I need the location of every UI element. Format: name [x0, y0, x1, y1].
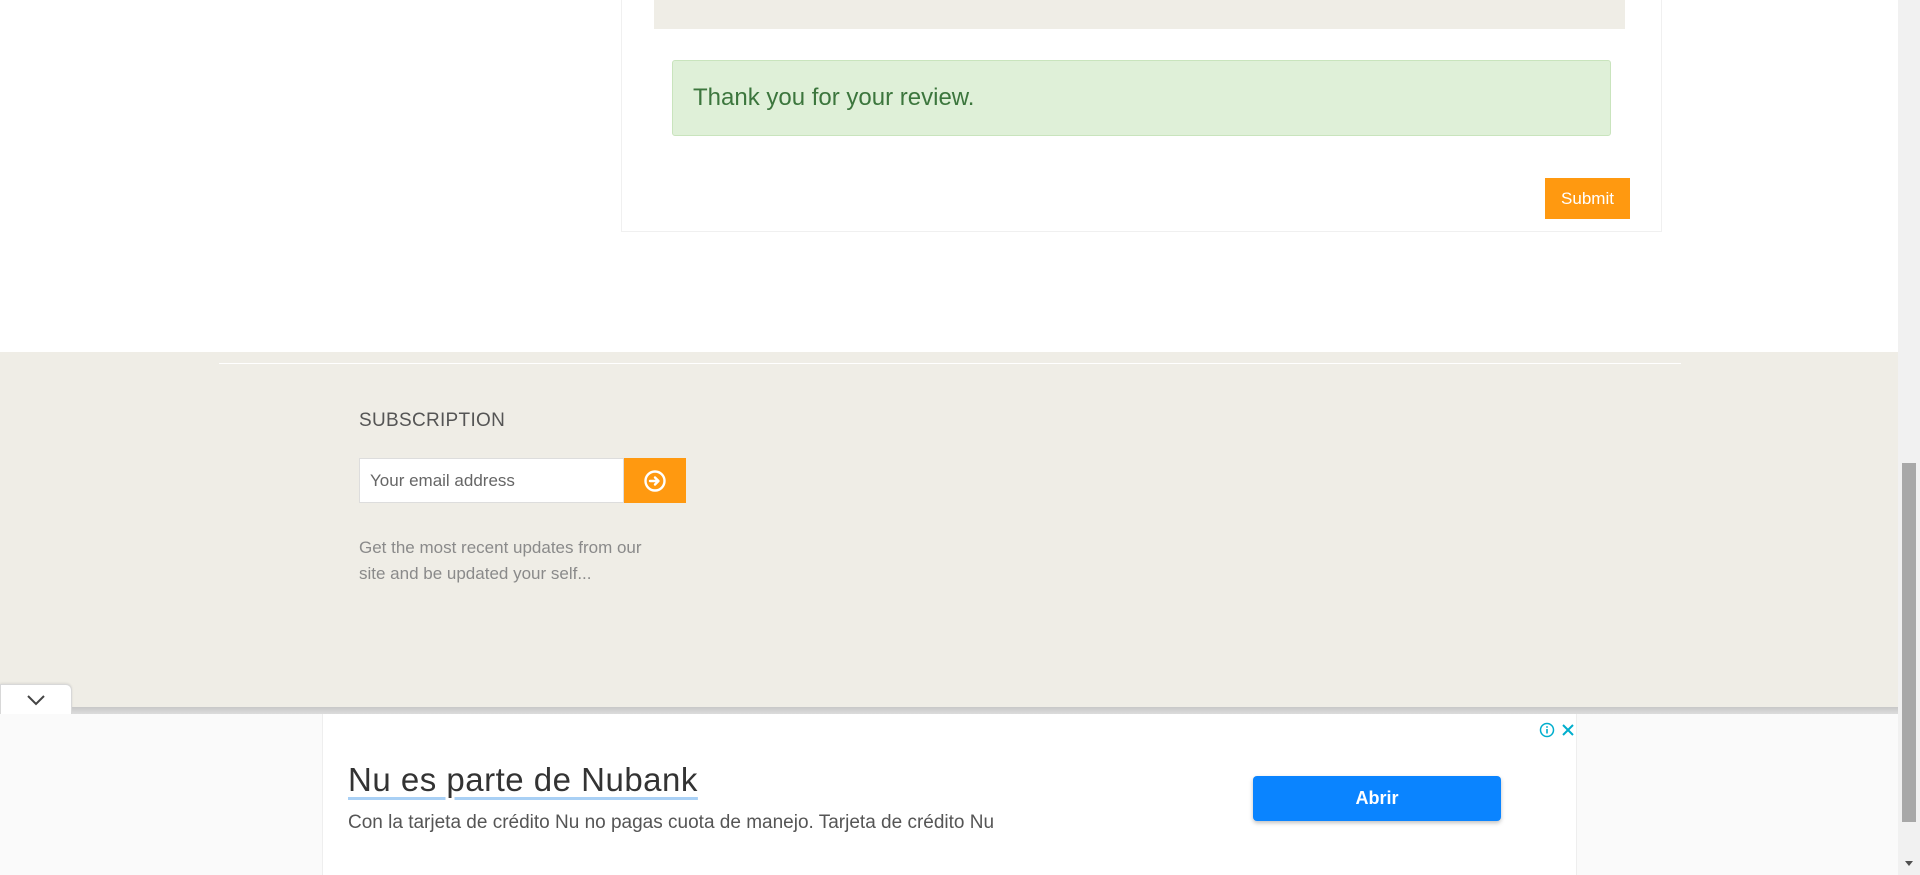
ad-banner-zone: Nu es parte de Nubank Con la tarjeta de … [0, 714, 1898, 875]
ad-banner[interactable]: Nu es parte de Nubank Con la tarjeta de … [322, 714, 1577, 875]
scroll-down-arrow[interactable] [1898, 852, 1920, 875]
ad-headline[interactable]: Nu es parte de Nubank [348, 761, 698, 799]
close-icon[interactable] [1560, 722, 1576, 738]
review-form-strip [654, 0, 1625, 29]
page-scrollbar[interactable] [1898, 0, 1920, 875]
arrow-circle-right-icon [644, 469, 666, 492]
site-footer: SUBSCRIPTION Get the most recent updates… [0, 352, 1898, 713]
subscription-title: SUBSCRIPTION [359, 410, 506, 431]
review-success-text: Thank you for your review. [693, 84, 975, 111]
submit-button[interactable]: Submit [1545, 178, 1630, 219]
ad-body-text: Con la tarjeta de crédito Nu no pagas cu… [348, 812, 995, 833]
review-success-alert: Thank you for your review. [672, 60, 1611, 136]
caret-down-icon [1905, 860, 1913, 866]
footer-divider [219, 363, 1681, 364]
ad-open-button[interactable]: Abrir [1253, 776, 1501, 821]
chevron-down-icon [27, 694, 45, 705]
subscription-form [359, 458, 686, 503]
subscribe-button[interactable] [624, 458, 686, 503]
info-icon[interactable] [1539, 722, 1555, 738]
scrollbar-thumb[interactable] [1902, 463, 1916, 822]
ad-collapse-tab[interactable] [0, 684, 72, 714]
ad-divider-bar [72, 707, 1898, 714]
email-field[interactable] [359, 458, 624, 503]
subscription-description: Get the most recent updates from our sit… [359, 538, 642, 583]
review-section: Thank you for your review. Submit [0, 0, 1898, 352]
